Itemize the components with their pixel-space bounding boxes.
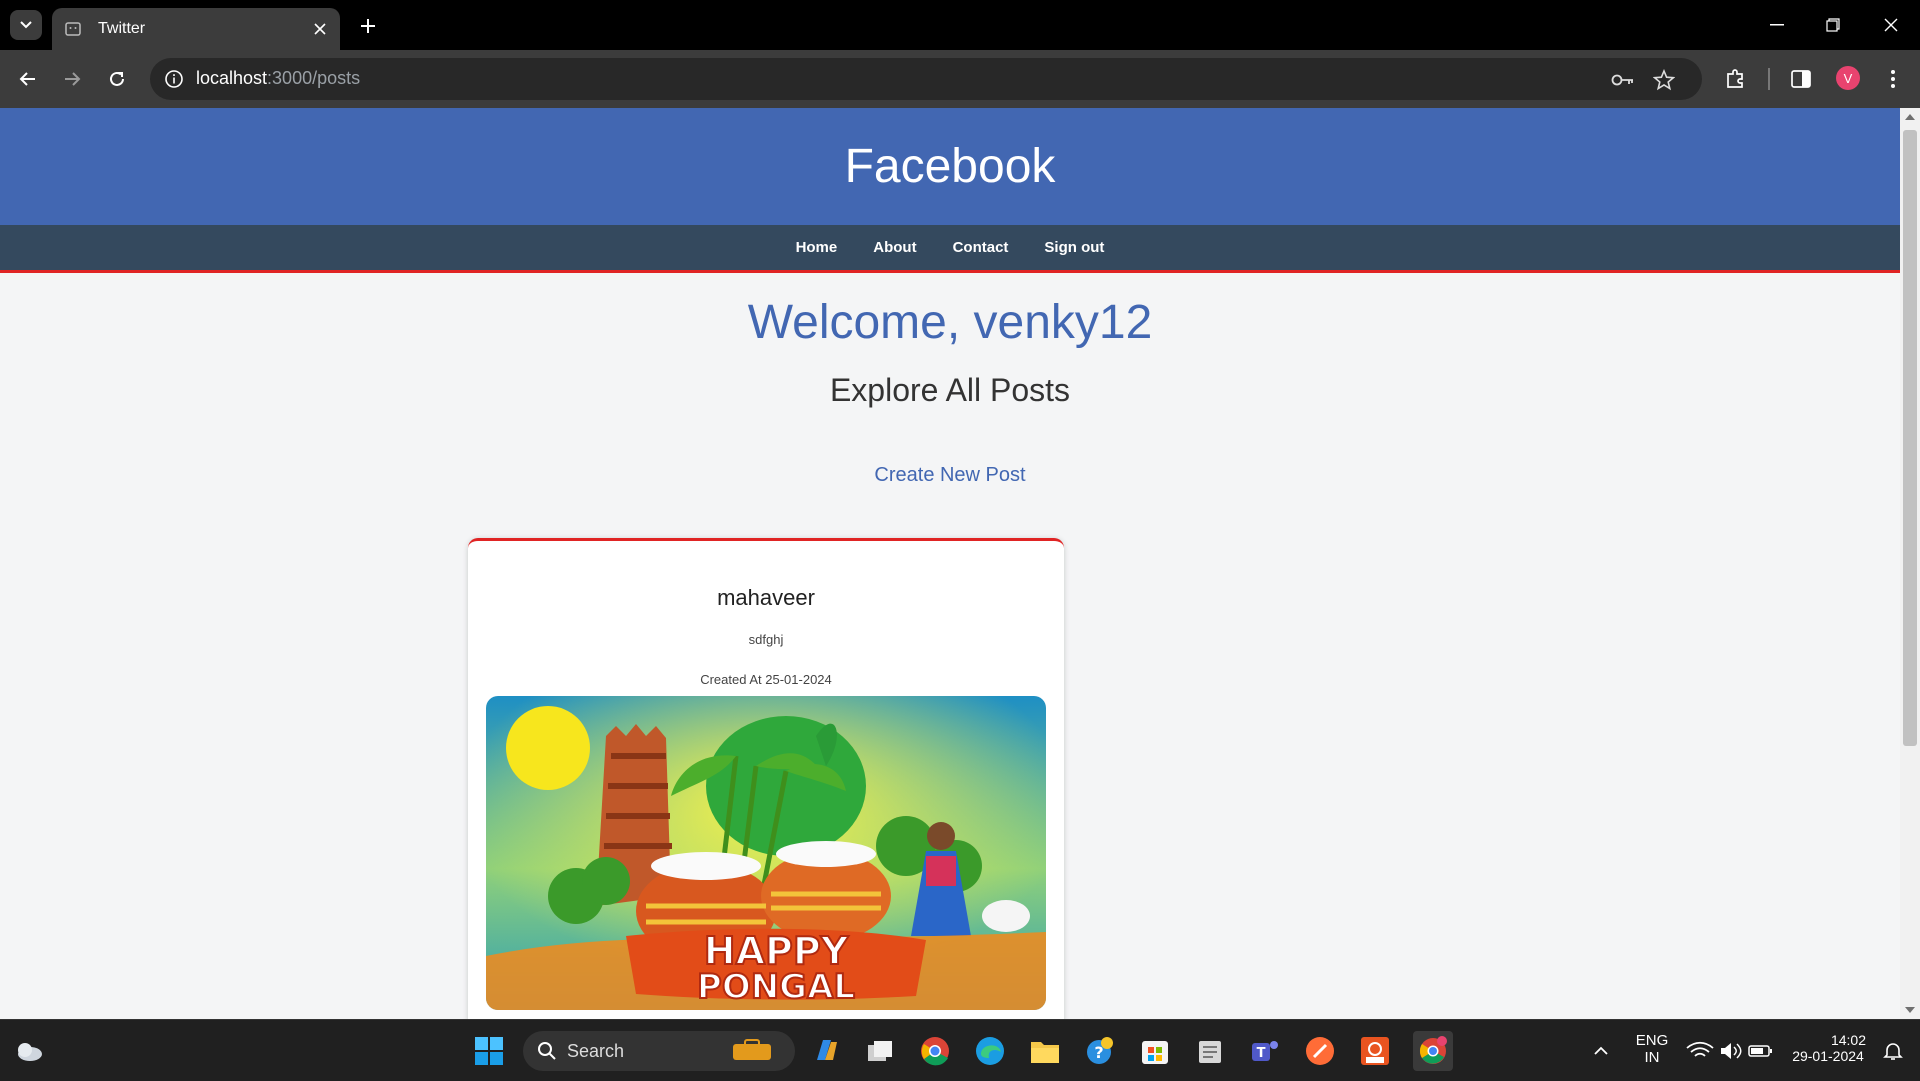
help-icon[interactable]: ? [1083, 1034, 1117, 1068]
weather-icon[interactable] [12, 1034, 46, 1068]
arrow-left-icon [19, 72, 35, 86]
microsoft-store-icon[interactable] [1138, 1034, 1172, 1068]
search-label: Search [567, 1041, 625, 1061]
browser-tab-strip: Twitter [0, 0, 1920, 50]
close-window-button[interactable] [1871, 10, 1911, 40]
back-button[interactable] [12, 63, 44, 95]
tab-search-button[interactable] [10, 10, 42, 40]
clock[interactable]: 14:02 29-01-2024 [1780, 1032, 1876, 1064]
site-info-icon[interactable] [162, 67, 186, 91]
windows-taskbar: Search ? T ENG IN 14:02 29-01-2024 [0, 1019, 1920, 1081]
system-tray-icons[interactable] [1680, 1034, 1780, 1068]
new-tab-button[interactable] [354, 12, 382, 40]
pongal-text: PONGAL [697, 967, 855, 1007]
password-key-icon[interactable] [1610, 67, 1636, 93]
main-nav: Home About Contact Sign out [0, 225, 1900, 273]
ubuntu-icon[interactable] [1358, 1034, 1392, 1068]
plus-icon [361, 19, 375, 33]
post-image[interactable]: HAPPY PONGAL [486, 696, 1046, 1010]
globe-icon [64, 20, 82, 38]
post-card: mahaveer sdfghj Created At 25-01-2024 HA… [468, 538, 1064, 1019]
copilot-icon[interactable] [809, 1034, 843, 1068]
chrome-active-icon[interactable] [1413, 1031, 1453, 1071]
postman-icon[interactable] [1303, 1034, 1337, 1068]
arrow-right-icon [65, 72, 81, 86]
toolbar-divider [1768, 68, 1770, 90]
scroll-up-arrow[interactable] [1905, 114, 1915, 120]
edge-icon[interactable] [973, 1034, 1007, 1068]
nav-about-link[interactable]: About [873, 239, 916, 256]
scroll-down-arrow[interactable] [1905, 1007, 1915, 1013]
browser-toolbar: localhost:3000/posts [0, 50, 1920, 108]
kebab-menu-icon[interactable] [1878, 64, 1908, 94]
svg-text:T: T [1257, 1046, 1266, 1061]
page-viewport: Facebook Home About Contact Sign out Wel… [0, 108, 1900, 1019]
wifi-volume-battery-icon [1686, 1041, 1772, 1059]
welcome-heading: Welcome, venky12 [747, 296, 1153, 349]
chrome-icon[interactable] [918, 1034, 952, 1068]
post-body: sdfghj [748, 632, 784, 647]
clock-date: 29-01-2024 [1792, 1048, 1864, 1064]
reload-icon [110, 71, 124, 86]
language-indicator[interactable]: ENG IN [1630, 1032, 1674, 1066]
minimize-button[interactable] [1757, 10, 1797, 40]
page-subtitle: Explore All Posts [829, 372, 1071, 408]
start-windows-icon[interactable] [472, 1034, 506, 1068]
side-panel-icon[interactable] [1786, 64, 1816, 94]
file-explorer-icon[interactable] [1028, 1034, 1062, 1068]
nav-contact-link[interactable]: Contact [953, 239, 1009, 256]
svg-text:?: ? [1094, 1043, 1103, 1062]
brand-title: Facebook [844, 140, 1056, 193]
create-post-link: Create New Post [0, 464, 1900, 487]
post-created-date: Created At 25-01-2024 [700, 672, 832, 687]
language-code: ENG [1635, 1032, 1669, 1049]
close-tab-icon[interactable] [306, 15, 334, 43]
forward-button[interactable] [56, 63, 88, 95]
briefcase-icon [729, 1039, 775, 1063]
search-icon [535, 1039, 559, 1063]
create-post-anchor[interactable]: Create New Post [874, 464, 1025, 486]
tab-active[interactable]: Twitter [52, 8, 340, 50]
profile-avatar[interactable]: V [1836, 66, 1860, 90]
address-bar[interactable]: localhost:3000/posts [150, 58, 1702, 100]
post-author: mahaveer [717, 585, 815, 610]
scrollbar-thumb[interactable] [1903, 130, 1917, 746]
site-header: Facebook [0, 108, 1900, 225]
notification-bell-icon[interactable] [1876, 1034, 1910, 1068]
url-text: localhost:3000/posts [196, 68, 361, 88]
extensions-puzzle-icon[interactable] [1720, 64, 1750, 94]
teams-icon[interactable]: T [1248, 1034, 1282, 1068]
region-code: IN [1644, 1049, 1660, 1066]
nav-home-link[interactable]: Home [796, 239, 838, 256]
restore-button[interactable] [1813, 10, 1853, 40]
clock-time: 14:02 [1830, 1032, 1866, 1048]
tab-title: Twitter [98, 20, 146, 37]
taskbar-search[interactable]: Search [523, 1031, 795, 1071]
reload-button[interactable] [101, 63, 133, 95]
nav-signout-link[interactable]: Sign out [1044, 239, 1104, 256]
notepad-icon[interactable] [1193, 1034, 1227, 1068]
chevron-up-icon[interactable] [1584, 1034, 1618, 1068]
chevron-down-icon [20, 21, 32, 29]
page-scrollbar[interactable] [1900, 108, 1920, 1019]
bookmark-star-icon[interactable] [1651, 67, 1677, 93]
task-view-icon[interactable] [863, 1034, 897, 1068]
